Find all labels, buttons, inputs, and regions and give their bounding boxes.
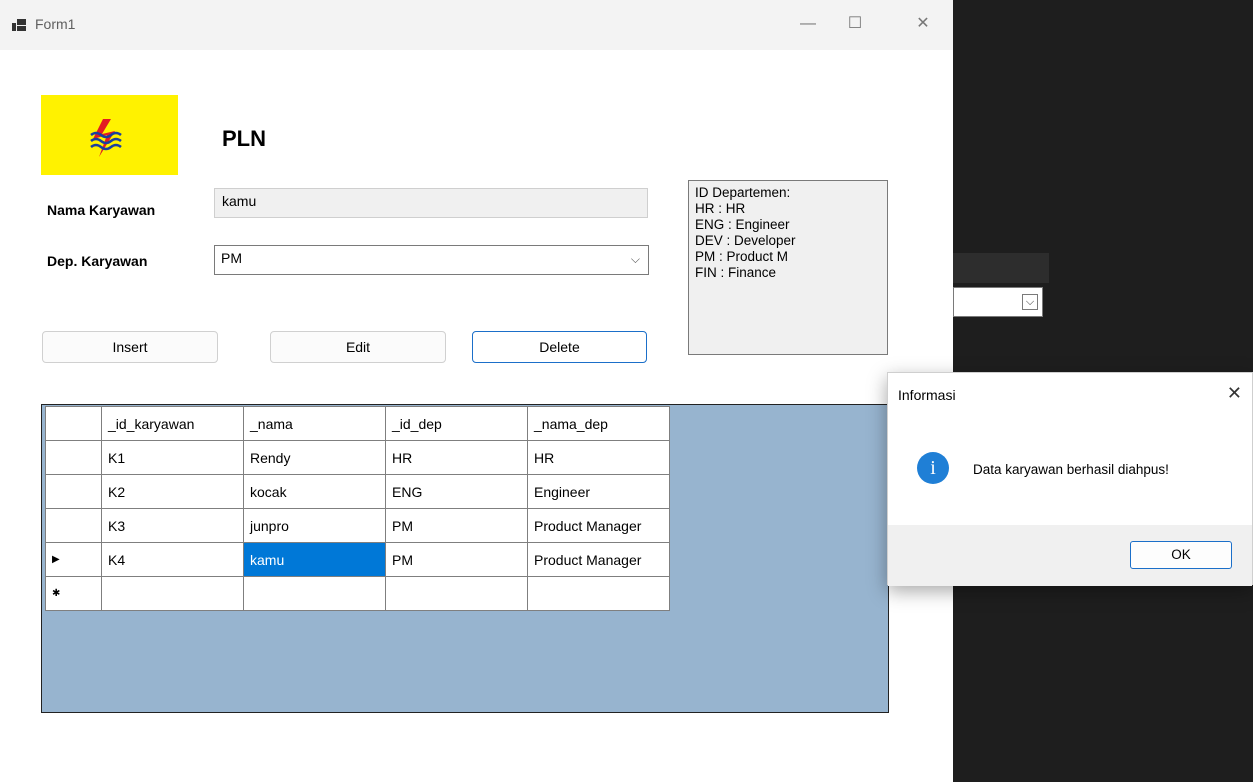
row-header[interactable] — [45, 440, 102, 475]
delete-button[interactable]: Delete — [472, 331, 647, 363]
row-header-corner — [45, 406, 102, 441]
dialog-message: Data karyawan berhasil diahpus! — [973, 462, 1169, 477]
chevron-down-icon[interactable]: ⌵ — [631, 252, 640, 267]
dialog-footer: OK — [888, 525, 1252, 586]
table-cell[interactable] — [527, 576, 670, 611]
table-cell[interactable]: Product Manager — [527, 508, 670, 543]
department-info-box: ID Departemen: HR : HR ENG : Engineer DE… — [688, 180, 888, 355]
column-header[interactable]: _nama_dep — [527, 406, 670, 441]
background-dropdown: ⌵ — [953, 287, 1043, 317]
employee-grid[interactable]: _id_karyawan _nama _id_dep _nama_dep K1 … — [41, 404, 889, 713]
close-button[interactable]: ✕ — [908, 12, 938, 36]
main-form: Form1 — ☐ ✕ PLN Nama Karyawan kamu Dep. … — [0, 0, 953, 782]
dialog-close-button[interactable]: ✕ — [1227, 383, 1242, 404]
table-cell[interactable]: HR — [385, 440, 528, 475]
table-cell[interactable]: kocak — [243, 474, 386, 509]
table-row[interactable]: K2 kocak ENG Engineer — [45, 474, 670, 509]
title-bar: Form1 — ☐ ✕ — [0, 0, 953, 50]
table-cell[interactable]: HR — [527, 440, 670, 475]
background-window-bar — [953, 253, 1049, 283]
insert-button[interactable]: Insert — [42, 331, 218, 363]
table-cell[interactable] — [101, 576, 244, 611]
info-icon: i — [917, 452, 949, 484]
info-dialog: Informasi ✕ i Data karyawan berhasil dia… — [887, 372, 1253, 586]
new-row[interactable]: ✱ — [45, 576, 670, 611]
new-row-indicator[interactable]: ✱ — [45, 576, 102, 611]
app-icon — [12, 19, 26, 31]
dialog-title: Informasi — [898, 387, 956, 403]
table-cell[interactable]: Engineer — [527, 474, 670, 509]
header-row: _id_karyawan _nama _id_dep _nama_dep — [45, 406, 670, 441]
lightning-icon — [90, 119, 122, 157]
table-cell[interactable] — [385, 576, 528, 611]
table-cell-selected[interactable]: kamu — [243, 542, 386, 577]
table-row[interactable]: K3 junpro PM Product Manager — [45, 508, 670, 543]
current-row-indicator[interactable]: ▶ — [45, 542, 102, 577]
window-title: Form1 — [35, 16, 76, 32]
table-row[interactable]: K1 Rendy HR HR — [45, 440, 670, 475]
minimize-button[interactable]: — — [793, 12, 823, 36]
table-cell[interactable]: ENG — [385, 474, 528, 509]
chevron-down-icon: ⌵ — [1022, 294, 1038, 310]
row-header[interactable] — [45, 474, 102, 509]
column-header[interactable]: _nama — [243, 406, 386, 441]
row-header[interactable] — [45, 508, 102, 543]
table-cell[interactable]: K3 — [101, 508, 244, 543]
maximize-button[interactable]: ☐ — [840, 12, 870, 36]
table-cell[interactable]: K4 — [101, 542, 244, 577]
department-select-value: PM — [221, 250, 242, 266]
ok-button[interactable]: OK — [1130, 541, 1232, 569]
table-cell[interactable] — [243, 576, 386, 611]
table-cell[interactable]: Product Manager — [527, 542, 670, 577]
table-cell[interactable]: PM — [385, 542, 528, 577]
table-cell[interactable]: K1 — [101, 440, 244, 475]
name-input[interactable]: kamu — [214, 188, 648, 218]
table-cell[interactable]: junpro — [243, 508, 386, 543]
edit-button[interactable]: Edit — [270, 331, 446, 363]
table-cell[interactable]: Rendy — [243, 440, 386, 475]
column-header[interactable]: _id_dep — [385, 406, 528, 441]
dialog-body: i Data karyawan berhasil diahpus! — [888, 417, 1252, 525]
table-cell[interactable]: K2 — [101, 474, 244, 509]
department-select[interactable]: PM ⌵ — [214, 245, 649, 275]
pln-logo — [41, 95, 178, 175]
table-cell[interactable]: PM — [385, 508, 528, 543]
column-header[interactable]: _id_karyawan — [101, 406, 244, 441]
brand-title: PLN — [222, 126, 266, 151]
department-label: Dep. Karyawan — [47, 253, 148, 269]
employee-table: _id_karyawan _nama _id_dep _nama_dep K1 … — [45, 406, 670, 611]
table-row-current[interactable]: ▶ K4 kamu PM Product Manager — [45, 542, 670, 577]
name-label: Nama Karyawan — [47, 202, 156, 218]
